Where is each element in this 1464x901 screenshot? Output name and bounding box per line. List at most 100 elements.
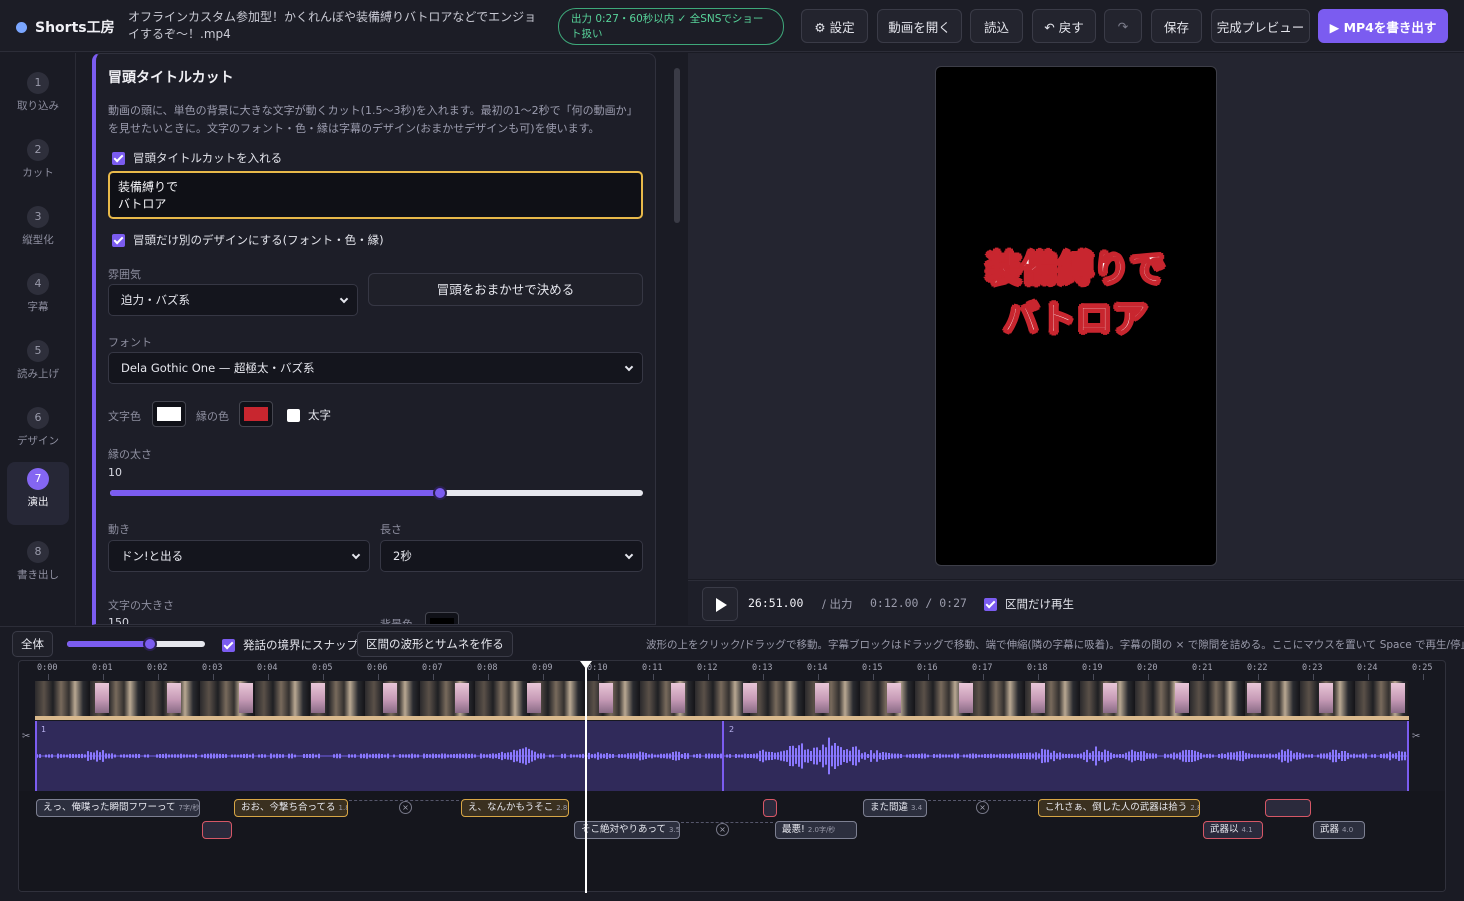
separate-design-checkbox[interactable]: 冒頭だけ別のデザインにする(フォント・色・縁)	[112, 232, 384, 248]
close-gap-icon[interactable]: ×	[976, 801, 989, 814]
tick-label: 0:16	[917, 663, 938, 673]
play-button[interactable]	[702, 587, 738, 621]
title-text-input[interactable]: 装備縛りで バトロア	[108, 171, 643, 219]
step-export[interactable]: 8 書き出し	[7, 535, 69, 595]
step-subtitles[interactable]: 4 字幕	[7, 267, 69, 327]
tick-label: 0:23	[1302, 663, 1323, 673]
edge-color-swatch[interactable]	[239, 401, 273, 427]
tick-mark	[928, 674, 929, 680]
step-rail: 1 取り込み 2 カット 3 縦型化 4 字幕 5 読み上げ 6 デザイン 7 演出 8 書き出…	[0, 53, 76, 625]
caption-text: おお、今撃ち合ってる	[241, 802, 336, 813]
undo-button[interactable]: ↶ 戻す	[1032, 9, 1096, 43]
load-button[interactable]: 読込	[970, 9, 1023, 43]
playhead[interactable]	[580, 661, 592, 893]
tick-mark	[378, 674, 379, 680]
caption-text: また間違	[870, 802, 909, 813]
caption-block[interactable]: 最悪! 2.0字/秒	[775, 821, 857, 839]
slider-fill	[67, 641, 150, 647]
checkbox-checked-icon	[112, 233, 125, 247]
caption-block[interactable]	[1265, 799, 1311, 817]
caption-rate: 3.5	[669, 826, 680, 834]
tick-label: 0:14	[807, 663, 828, 673]
panel-title: 冒頭タイトルカット	[108, 70, 234, 86]
vertical-preview-frame[interactable]: 装備縛りで バトロア	[935, 66, 1217, 566]
tick-mark	[708, 674, 709, 680]
timeline[interactable]: 0:00 0:01 0:02 0:03 0:04 0:05 0:06 0:07 0:08 0:09…	[18, 660, 1446, 892]
section-play-checkbox[interactable]: 区間だけ再生	[984, 596, 1074, 612]
step-import[interactable]: 1 取り込み	[7, 66, 69, 126]
caption-block[interactable]	[763, 799, 777, 817]
current-time: 26:51.00	[748, 596, 804, 610]
step-cut[interactable]: 2 カット	[7, 133, 69, 193]
settings-button[interactable]: ⚙ 設定	[801, 9, 868, 43]
chevron-down-icon	[624, 550, 634, 560]
edge-width-slider[interactable]	[110, 486, 643, 500]
caption-text: そこ絶対やりあって	[581, 824, 667, 835]
zoom-all-button[interactable]: 全体	[12, 631, 53, 657]
thumbnail-bar	[35, 716, 1409, 720]
zoom-slider[interactable]	[67, 637, 205, 651]
export-mp4-button[interactable]: ▶ MP4を書き出す	[1318, 9, 1448, 43]
snap-checkbox[interactable]: 発話の境界にスナップ	[222, 637, 358, 653]
caption-track[interactable]: × × × えっ、俺喋った瞬間フワーって7字/秒 おお、今撃ち合ってる1.8 え、な…	[19, 791, 1445, 891]
tick-label: 0:13	[752, 663, 773, 673]
step-effects[interactable]: 7 演出	[7, 462, 69, 525]
bg-color-swatch[interactable]	[425, 612, 459, 624]
scissors-icon[interactable]: ✂	[1412, 731, 1420, 742]
redo-button[interactable]: ↷	[1104, 9, 1142, 43]
edge-color-label: 縁の色	[196, 410, 229, 423]
mood-select[interactable]: 迫力・バズ系	[108, 284, 358, 316]
tick-mark	[598, 674, 599, 680]
slider-handle[interactable]	[142, 637, 157, 651]
auto-title-button[interactable]: 冒頭をおまかせで決める	[368, 273, 643, 306]
text-color-swatch[interactable]	[152, 401, 186, 427]
waveform-track[interactable]: 1 2	[35, 721, 1409, 791]
step-vertical[interactable]: 3 縦型化	[7, 200, 69, 260]
segment-divider[interactable]	[722, 721, 724, 791]
caption-rate: 7字/秒	[178, 804, 200, 812]
caption-block[interactable]: 武器以 4.1	[1203, 821, 1263, 839]
tick-mark	[653, 674, 654, 680]
thumbnail-character	[887, 683, 901, 713]
caption-block[interactable]: えっ、俺喋った瞬間フワーって 7字/秒	[36, 799, 200, 817]
tick-label: 0:22	[1247, 663, 1268, 673]
tick-label: 0:06	[367, 663, 388, 673]
panel-scrollbar[interactable]	[674, 68, 680, 223]
tick-label: 0:20	[1137, 663, 1158, 673]
close-gap-icon[interactable]: ×	[399, 801, 412, 814]
caption-block[interactable]: 武器 4.0	[1313, 821, 1365, 839]
close-gap-icon[interactable]: ×	[716, 823, 729, 836]
save-button[interactable]: 保存	[1151, 9, 1202, 43]
caption-block[interactable]: え、なんかもうそこ 2.8	[461, 799, 569, 817]
bold-checkbox[interactable]: 太字	[287, 407, 331, 423]
thumbnail-character	[1391, 683, 1405, 713]
output-time: 0:12.00 / 0:27	[870, 596, 967, 610]
include-title-cut-checkbox[interactable]: 冒頭タイトルカットを入れる	[112, 150, 282, 166]
scissors-icon[interactable]: ✂	[22, 731, 30, 742]
tick-mark	[818, 674, 819, 680]
bg-color-label: 背景色	[380, 618, 413, 625]
caption-block[interactable]: また間違 3.4	[863, 799, 927, 817]
step-design[interactable]: 6 デザイン	[7, 401, 69, 461]
tick-mark	[323, 674, 324, 680]
caption-block[interactable]	[202, 821, 232, 839]
checkbox-checked-icon	[222, 638, 235, 652]
open-video-button[interactable]: 動画を開く	[877, 9, 962, 43]
motion-select[interactable]: ドン!と出る	[108, 540, 370, 572]
panel-description: 動画の頭に、単色の背景に大きな文字が動くカット(1.5〜3秒)を入れます。最初の…	[108, 104, 638, 135]
caption-block[interactable]: そこ絶対やりあって 3.5	[574, 821, 680, 839]
caption-block[interactable]: おお、今撃ち合ってる1.8	[234, 799, 348, 817]
tick-mark	[488, 674, 489, 680]
caption-block[interactable]: これさぁ、倒した人の武器は拾う2.8	[1038, 799, 1200, 817]
tick-label: 0:05	[312, 663, 333, 673]
step-narration[interactable]: 5 読み上げ	[7, 334, 69, 394]
make-waveform-button[interactable]: 区間の波形とサムネを作る	[357, 631, 513, 657]
slider-handle[interactable]	[433, 486, 448, 500]
length-select[interactable]: 2秒	[380, 540, 643, 572]
title-cut-panel: 冒頭タイトルカット 動画の頭に、単色の背景に大きな文字が動くカット(1.5〜3秒…	[92, 53, 656, 625]
font-select[interactable]: Dela Gothic One — 超極太・バズ系	[108, 352, 643, 384]
thumbnail-character	[599, 683, 613, 713]
thumbnail-character	[311, 683, 325, 713]
final-preview-button[interactable]: 完成プレビュー	[1211, 9, 1310, 43]
gap-line	[681, 822, 773, 823]
